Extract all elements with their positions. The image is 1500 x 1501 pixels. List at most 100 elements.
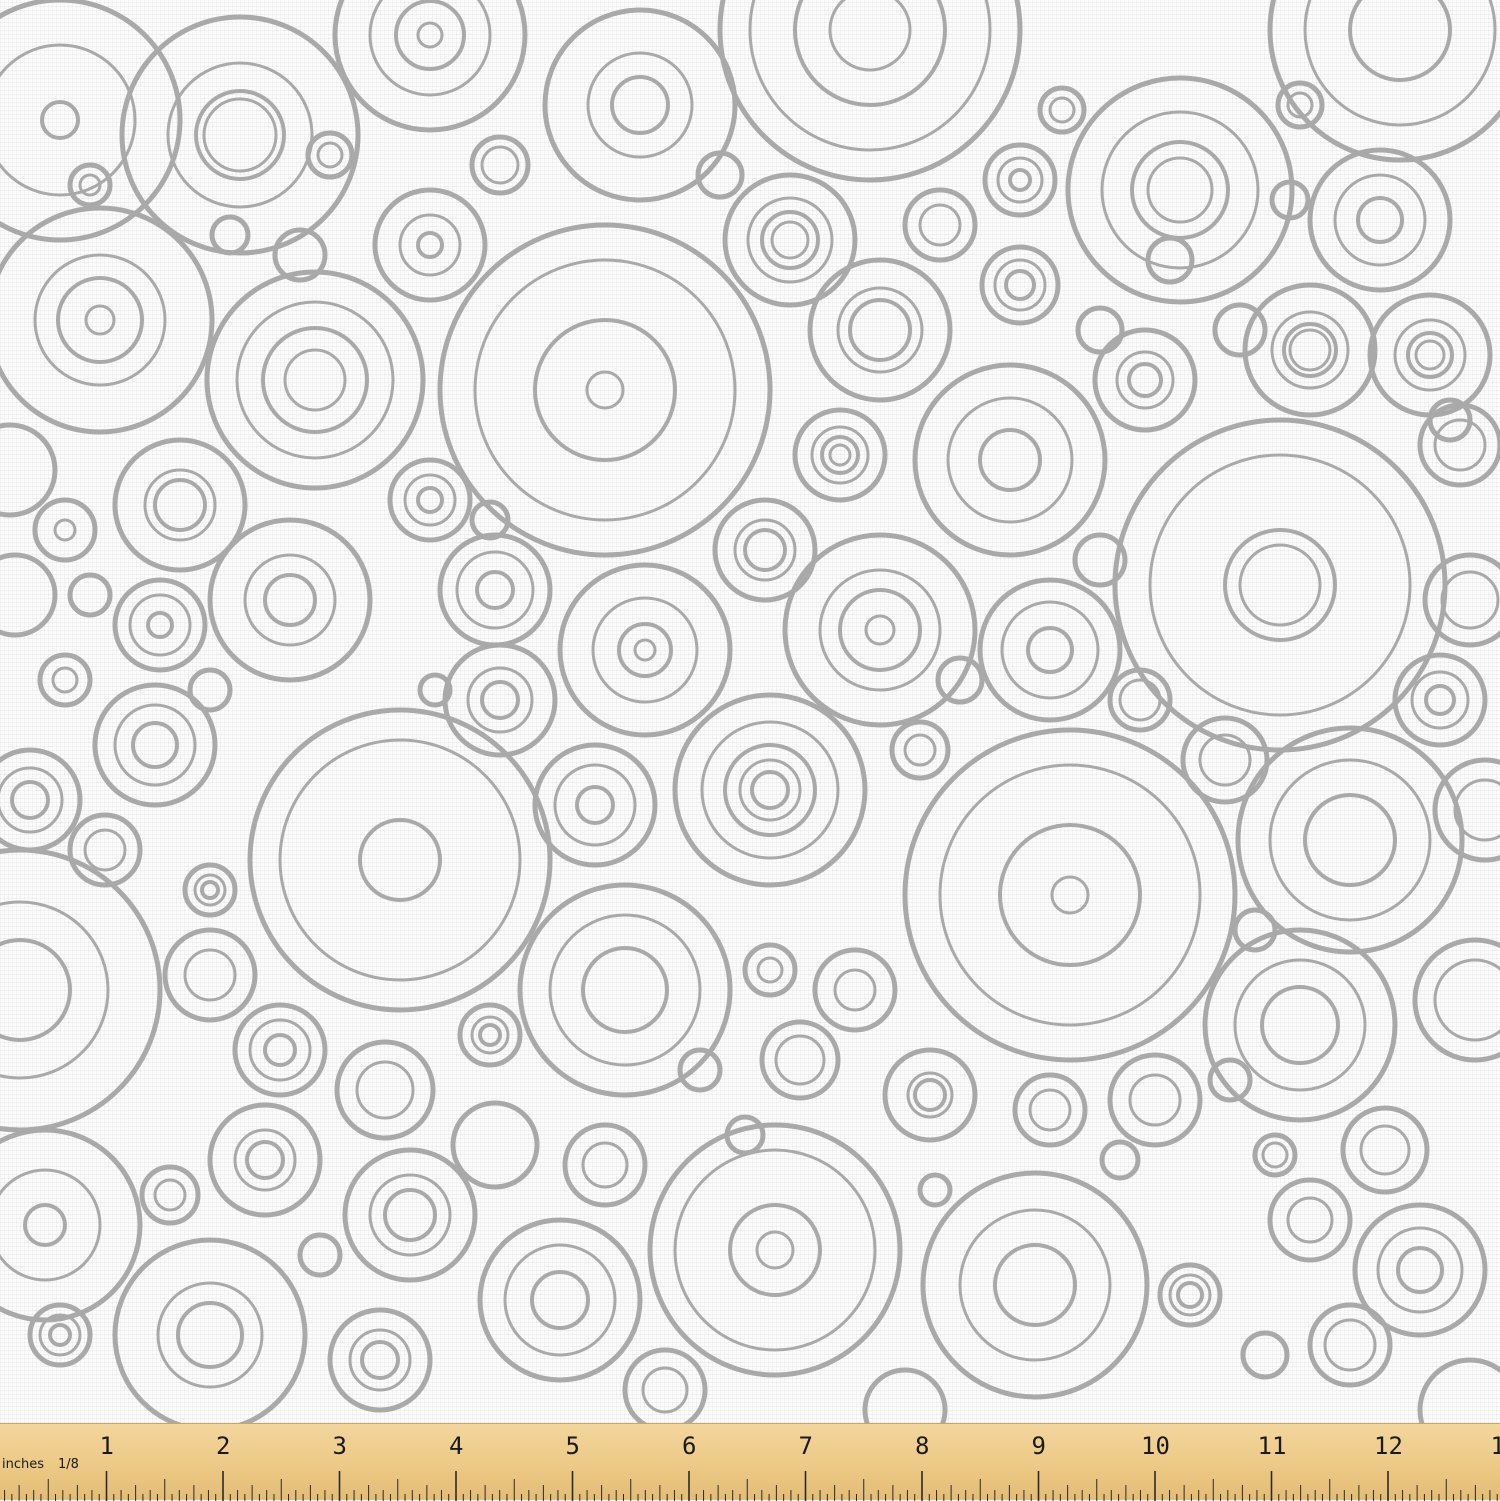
circle-ring [0, 1130, 140, 1320]
concentric-circle-motif [335, 0, 525, 130]
concentric-circle-motif [70, 815, 140, 885]
concentric-circle-motif [1068, 78, 1292, 302]
concentric-circle-motif [1278, 83, 1322, 127]
circle-ring [948, 398, 1072, 522]
circle-ring [1278, 83, 1322, 127]
circle-ring [795, 410, 885, 500]
concentric-circle-motif [1270, 0, 1500, 160]
circle-ring [555, 765, 635, 845]
circle-ring [1243, 1333, 1287, 1377]
concentric-circle-motif [535, 745, 655, 865]
circle-ring [1425, 555, 1500, 645]
concentric-circle-motif [1435, 760, 1500, 860]
circle-ring [212, 217, 248, 253]
circle-ring [1095, 330, 1195, 430]
circle-ring [583, 1143, 627, 1187]
concentric-circle-motif [440, 225, 770, 555]
circle-ring [70, 815, 140, 885]
concentric-circle-motif [115, 580, 205, 670]
concentric-circle-motif [815, 950, 895, 1030]
circle-ring [468, 668, 532, 732]
circle-ring [70, 165, 110, 205]
concentric-circle-motif [565, 1125, 645, 1205]
circle-ring [1416, 341, 1444, 369]
circle-ring [593, 598, 697, 702]
circle-ring [445, 645, 555, 755]
circle-ring [1435, 420, 1485, 470]
circle-ring [477, 572, 513, 608]
circle-ring [535, 745, 655, 865]
circle-ring [335, 0, 525, 130]
circle-ring [178, 1303, 242, 1367]
concentric-circle-motif [453, 1103, 537, 1187]
circle-ring [202, 882, 218, 898]
ruler-number: 2 [216, 1432, 230, 1460]
circle-ring [1420, 1360, 1500, 1423]
circle-ring [815, 950, 895, 1030]
concentric-circle-motif [1205, 930, 1395, 1120]
circle-ring [577, 787, 613, 823]
circle-ring [237, 302, 393, 458]
circle-ring [505, 1245, 615, 1355]
circle-ring [1350, 0, 1450, 80]
circle-ring [980, 430, 1040, 490]
circle-ring [207, 272, 423, 488]
circle-ring [185, 865, 235, 915]
measuring-ruler: inches 1/8 12345678910111213 [0, 1423, 1500, 1500]
circle-ring [0, 555, 55, 635]
circle-ring [1358, 198, 1402, 242]
concentric-circle-motif [35, 500, 95, 560]
concentric-circle-motif [1078, 308, 1122, 352]
concentric-circle-motif [985, 145, 1055, 215]
circle-ring [440, 225, 770, 555]
circle-ring [619, 624, 671, 676]
circle-ring [810, 260, 950, 400]
circle-ring [1435, 960, 1500, 1040]
circle-ring [1102, 1142, 1138, 1178]
circle-ring [920, 205, 960, 245]
circle-ring [133, 723, 177, 767]
circle-ring [532, 1272, 588, 1328]
circle-ring [1178, 1283, 1202, 1307]
circle-ring [1002, 602, 1098, 698]
circle-ring [247, 1142, 283, 1178]
circle-ring [588, 53, 692, 157]
concentric-circle-motif [210, 520, 370, 680]
circle-ring [115, 1240, 305, 1423]
circle-ring [472, 1017, 508, 1053]
circle-ring [915, 365, 1105, 555]
concentric-circle-motif [70, 165, 110, 205]
circle-ring [1263, 1143, 1287, 1167]
circle-ring [165, 930, 255, 1020]
concentric-circle-motif [1015, 1075, 1085, 1145]
circle-ring [1050, 98, 1074, 122]
concentric-circle-motif [345, 1150, 475, 1280]
circle-ring [148, 613, 172, 637]
circle-ring [25, 1205, 65, 1245]
circle-ring [730, 1205, 820, 1295]
circle-ring [850, 300, 910, 360]
concentric-circle-motif [1270, 1180, 1350, 1260]
concentric-circle-motif [30, 1305, 90, 1365]
ruler-number: 9 [1032, 1432, 1046, 1460]
circle-ring [285, 350, 345, 410]
circle-ring [155, 480, 205, 530]
ruler-number: 6 [682, 1432, 696, 1460]
concentric-circle-motif [1095, 330, 1195, 430]
circle-ring [482, 682, 518, 718]
ruler-number: 3 [333, 1432, 347, 1460]
concentric-circle-motif [905, 190, 975, 260]
circle-ring [1442, 572, 1498, 628]
ruler-number: 5 [566, 1432, 580, 1460]
concentric-circle-motif [165, 930, 255, 1020]
concentric-circle-motif [625, 1350, 705, 1423]
circle-ring [1150, 455, 1410, 715]
circle-ring [453, 1103, 537, 1187]
ruler-number: 13 [1491, 1432, 1500, 1460]
circle-ring [42, 102, 78, 138]
circle-ring [400, 215, 460, 275]
circle-ring [210, 1105, 320, 1215]
circle-ring [480, 1025, 500, 1045]
circle-ring [650, 1125, 900, 1375]
circle-ring [350, 1330, 410, 1390]
